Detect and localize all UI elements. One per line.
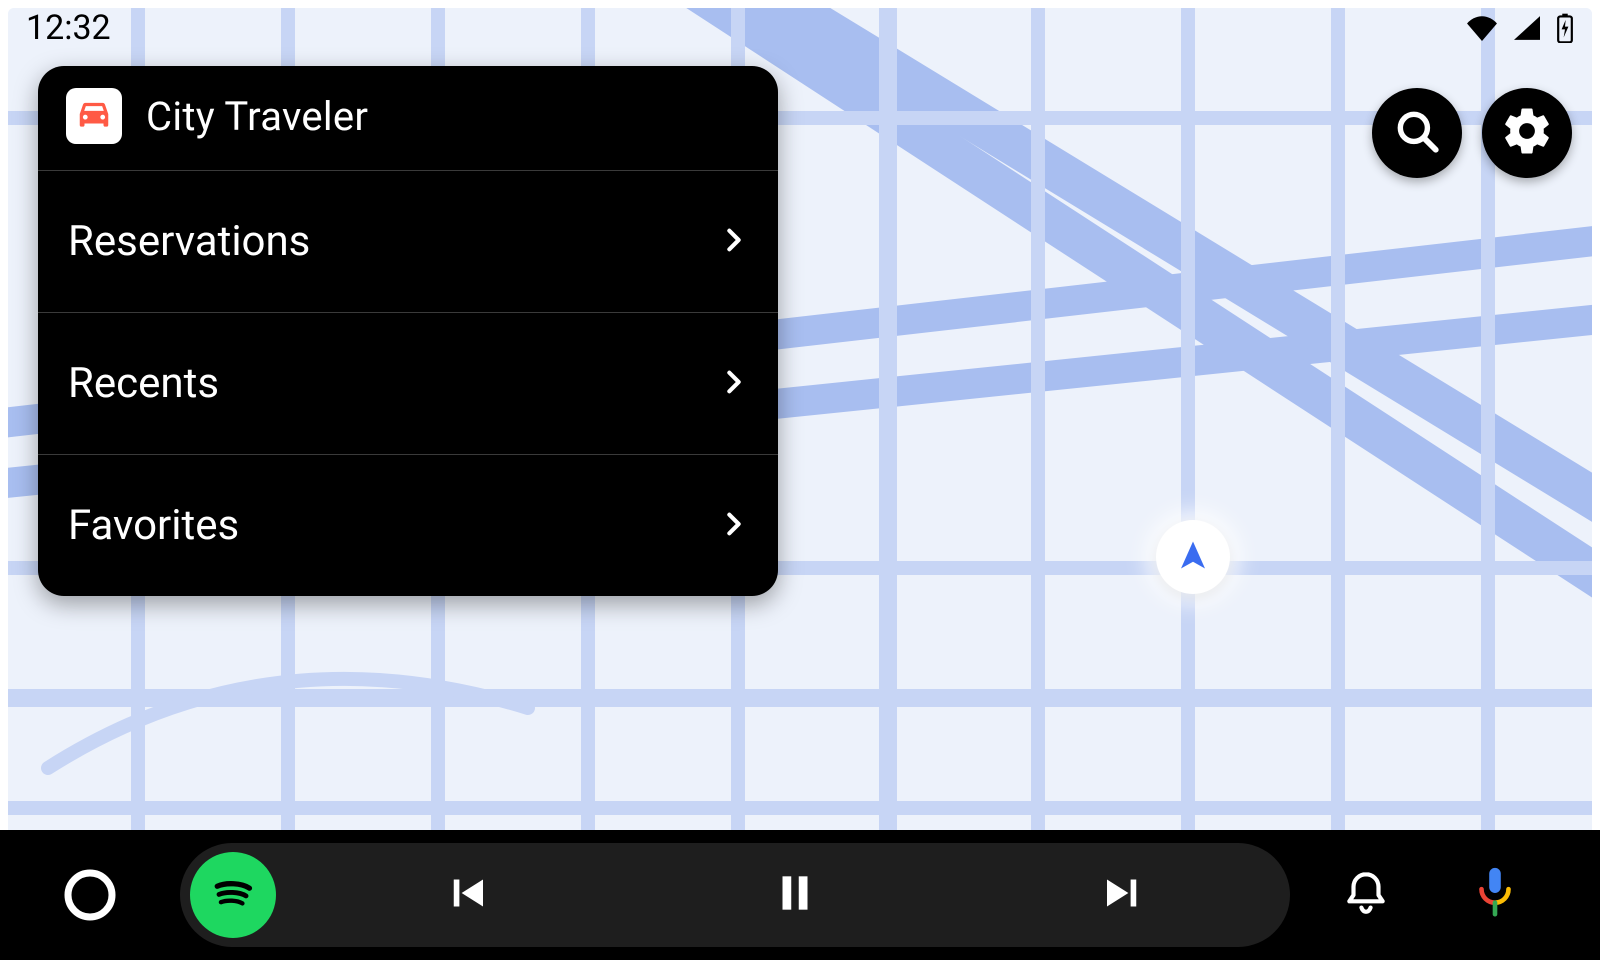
navigation-arrow-icon (1175, 537, 1211, 577)
side-panel: City Traveler Reservations Recents Favor… (38, 66, 778, 596)
app-title: City Traveler (146, 93, 368, 140)
menu-label: Favorites (68, 501, 239, 550)
chevron-right-icon (720, 226, 748, 258)
next-track-button[interactable] (960, 843, 1290, 947)
wifi-icon (1466, 15, 1498, 41)
status-bar: 12:32 (0, 0, 1600, 56)
search-icon (1392, 106, 1442, 160)
chevron-right-icon (720, 368, 748, 400)
menu-label: Reservations (68, 217, 310, 266)
app-icon (66, 88, 122, 144)
car-icon (75, 95, 113, 137)
status-indicators (1466, 13, 1574, 43)
settings-button[interactable] (1482, 88, 1572, 178)
bell-icon (1341, 903, 1391, 922)
status-time: 12:32 (26, 8, 111, 48)
panel-header: City Traveler (38, 66, 778, 170)
menu-item-reservations[interactable]: Reservations (38, 170, 778, 312)
media-controls (180, 843, 1290, 947)
previous-track-button[interactable] (300, 843, 630, 947)
play-pause-button[interactable] (630, 843, 960, 947)
home-button[interactable] (61, 866, 119, 924)
battery-charging-icon (1556, 13, 1574, 43)
menu-label: Recents (68, 359, 219, 408)
pause-icon (770, 868, 820, 922)
mic-icon (1471, 905, 1519, 924)
menu-item-favorites[interactable]: Favorites (38, 454, 778, 596)
media-app-button[interactable] (190, 852, 276, 938)
skip-next-icon (1098, 866, 1152, 924)
location-puck (1156, 520, 1230, 594)
skip-previous-icon (438, 866, 492, 924)
search-button[interactable] (1372, 88, 1462, 178)
gear-icon (1500, 104, 1554, 162)
menu-item-recents[interactable]: Recents (38, 312, 778, 454)
chevron-right-icon (720, 510, 748, 542)
microphone-button[interactable] (1471, 866, 1519, 924)
circle-outline-icon (61, 909, 119, 928)
bottom-bar (0, 830, 1600, 960)
cellular-icon (1512, 15, 1542, 41)
spotify-icon (204, 864, 262, 926)
notifications-button[interactable] (1341, 868, 1391, 922)
